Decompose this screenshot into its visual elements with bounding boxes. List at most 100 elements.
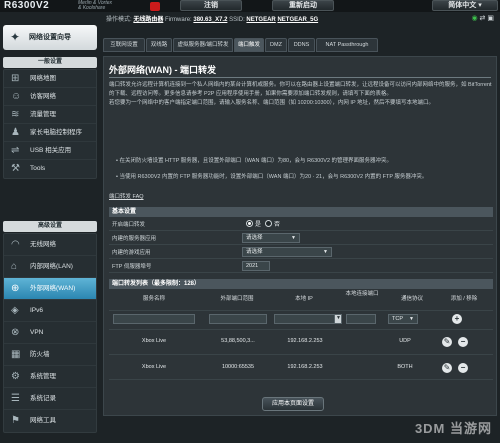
row-divider xyxy=(109,354,493,355)
printer-status-icon[interactable]: ▣ xyxy=(487,15,494,22)
ftp-port-input[interactable]: 2021 xyxy=(242,261,270,271)
home-icon: ⌂ xyxy=(11,261,18,272)
rule-protocol: BOTH xyxy=(397,364,413,370)
usb-status-icon[interactable]: ⇄ xyxy=(480,15,486,22)
sidebar-item-label: 网络工具 xyxy=(30,417,56,424)
sidebar-item-syslog[interactable]: ☰ 系统记录 xyxy=(4,388,96,410)
site-watermark: 3DM 当游网 xyxy=(414,421,492,436)
traffic-icon: ≋ xyxy=(11,109,20,120)
new-rule-row: ▼ TCP ▼ + xyxy=(109,312,493,326)
col-add-remove: 添加 / 移除 xyxy=(450,296,478,302)
tab-dmz[interactable]: DMZ xyxy=(265,38,287,52)
sidebar-item-parental[interactable]: ♟ 家长电脑控制程序 xyxy=(4,124,96,142)
sidebar-item-guest-network[interactable]: ☺ 访客网络 xyxy=(4,88,96,106)
row-divider xyxy=(109,310,493,311)
rule-service: Xbox Live xyxy=(141,364,167,370)
enable-no-radio[interactable] xyxy=(265,220,272,227)
note-ftp: • 当使用 R6300V2 内置的 FTP 服务器功能时，设置外部端口（WAN … xyxy=(116,174,428,180)
game-list-row: 内建的游戏应用 请选择 ▼ xyxy=(109,246,493,259)
tab-virtual-server[interactable]: 虚拟服务器/端口转发 xyxy=(173,38,233,52)
sidebar-item-label: 系统管理 xyxy=(30,373,56,380)
sidebar-item-ipv6[interactable]: ◈ IPv6 xyxy=(4,300,96,322)
rule-local-ip: 192.168.2.253 xyxy=(287,364,323,370)
sidebar-item-label: 内部网络(LAN) xyxy=(30,263,73,270)
mode-label: 操作模式: xyxy=(106,17,132,23)
content-panel: 外部网络(WAN) - 端口转发 端口转发允许远程计算机连接到一个私人网络内的某… xyxy=(103,56,497,416)
server-list-select[interactable]: 请选择 ▼ xyxy=(242,233,300,243)
add-rule-button[interactable]: + xyxy=(452,314,462,324)
map-icon: ⊞ xyxy=(11,73,20,84)
wifi-icon: ◠ xyxy=(11,239,20,250)
sidebar-item-firewall[interactable]: ▦ 防火墙 xyxy=(4,344,96,366)
sidebar-item-label: 流量管理 xyxy=(30,111,56,118)
sidebar-item-wireless[interactable]: ◠ 无线网络 xyxy=(4,234,96,256)
firmware-value[interactable]: 380.63_X7.2 xyxy=(193,17,227,23)
rule-external-port: 10000:65535 xyxy=(221,364,255,370)
log-icon: ☰ xyxy=(11,393,20,404)
mode-value[interactable]: 无线路由器 xyxy=(133,17,163,23)
enable-yes-radio[interactable] xyxy=(246,220,253,227)
sidebar-item-admin[interactable]: ⚙ 系统管理 xyxy=(4,366,96,388)
remove-rule-button[interactable]: − xyxy=(458,363,468,373)
server-list-value: 请选择 xyxy=(246,235,263,241)
logout-button[interactable]: 注销 xyxy=(180,0,242,11)
tab-port-trigger[interactable]: 端口触发 xyxy=(234,38,264,52)
chevron-down-icon: ▼ xyxy=(409,316,414,322)
status-line: 操作模式: 无线路由器 Firmware: 380.63_X7.2 SSID: … xyxy=(106,14,496,25)
tab-dual-wan[interactable]: 双线路 xyxy=(146,38,172,52)
ftp-port-row: FTP 伺服器埠号 2021 xyxy=(109,260,493,273)
enable-yes-label: 是 xyxy=(255,222,262,228)
sidebar-item-vpn[interactable]: ⊗ VPN xyxy=(4,322,96,344)
col-service: 服务名称 xyxy=(142,296,165,302)
tools-icon: ⚒ xyxy=(11,163,20,174)
new-external-port-input[interactable] xyxy=(209,314,267,324)
tab-ddns[interactable]: DDNS xyxy=(288,38,315,52)
sidebar-item-label: 网络地图 xyxy=(30,75,56,82)
sidebar-item-wan[interactable]: ⊕ 外部网络(WAN) xyxy=(4,278,96,300)
edit-rule-button[interactable]: ✎ xyxy=(442,337,452,347)
quick-setup-button[interactable]: ✦ 网络设置向导 xyxy=(3,25,97,50)
tab-internet[interactable]: 互联网设置 xyxy=(103,38,145,52)
new-local-ip-input[interactable] xyxy=(274,314,336,324)
page-title: 外部网络(WAN) - 端口转发 xyxy=(109,65,216,75)
tab-nat-passthrough[interactable]: NAT Passthrough xyxy=(316,38,378,52)
game-list-label: 内建的游戏应用 xyxy=(112,250,151,256)
faq-link[interactable]: 端口转发 FAQ xyxy=(109,192,144,200)
sidebar-item-tools[interactable]: ⚒ Tools xyxy=(4,160,96,178)
usb-icon: ⇌ xyxy=(11,145,20,156)
row-divider xyxy=(109,329,493,330)
description-paragraph-2: 若您要为一个网络中的客户端指定端口范围，请输入服务名称、端口范围（如 10200… xyxy=(109,100,435,106)
row-divider xyxy=(109,379,493,380)
language-label: 简体中文 xyxy=(448,2,477,9)
sidebar-item-lan[interactable]: ⌂ 内部网络(LAN) xyxy=(4,256,96,278)
rule-protocol: UDP xyxy=(399,338,411,344)
ssid-5g[interactable]: NETGEAR_5G xyxy=(277,17,318,23)
sidebar-item-label: 访客网络 xyxy=(30,93,56,100)
guest-icon: ☺ xyxy=(11,91,22,102)
remove-rule-button[interactable]: − xyxy=(458,337,468,347)
sidebar-item-label: 家长电脑控制程序 xyxy=(30,129,82,136)
new-protocol-select[interactable]: TCP ▼ xyxy=(388,314,418,324)
rule-external-port: 53,88,500,3... xyxy=(221,338,255,344)
game-list-select[interactable]: 请选择 ▼ xyxy=(242,247,332,257)
sidebar-item-label: 外部网络(WAN) xyxy=(30,285,76,292)
ssid-2g[interactable]: NETGEAR xyxy=(246,17,275,23)
sidebar-item-network-map[interactable]: ⊞ 网络地图 xyxy=(4,70,96,88)
parental-icon: ♟ xyxy=(11,127,20,138)
sidebar-item-network-tools[interactable]: ⚑ 网络工具 xyxy=(4,410,96,432)
wifi-status-icon[interactable]: ◉ xyxy=(471,15,477,22)
new-local-port-input[interactable] xyxy=(346,314,376,324)
sidebar-item-usb[interactable]: ⇌ USB 相关应用 xyxy=(4,142,96,160)
enable-row: 开启端口转发 是 否 xyxy=(109,218,493,231)
new-service-input[interactable] xyxy=(113,314,195,324)
chevron-down-icon: ▼ xyxy=(323,249,328,255)
reboot-button[interactable]: 重新启动 xyxy=(272,0,334,11)
advanced-nav: ◠ 无线网络 ⌂ 内部网络(LAN) ⊕ 外部网络(WAN) ◈ IPv6 ⊗ VPN ▦… xyxy=(3,233,97,433)
sidebar-item-traffic[interactable]: ≋ 流量管理 xyxy=(4,106,96,124)
apply-button[interactable]: 应用本页面设置 xyxy=(262,397,324,411)
edit-rule-button[interactable]: ✎ xyxy=(442,363,452,373)
col-protocol: 通信协议 xyxy=(400,296,423,302)
ip-picker-button[interactable]: ▼ xyxy=(334,314,342,324)
chevron-down-icon: ▼ xyxy=(336,315,341,321)
language-button[interactable]: 简体中文 ▾ xyxy=(432,0,498,11)
